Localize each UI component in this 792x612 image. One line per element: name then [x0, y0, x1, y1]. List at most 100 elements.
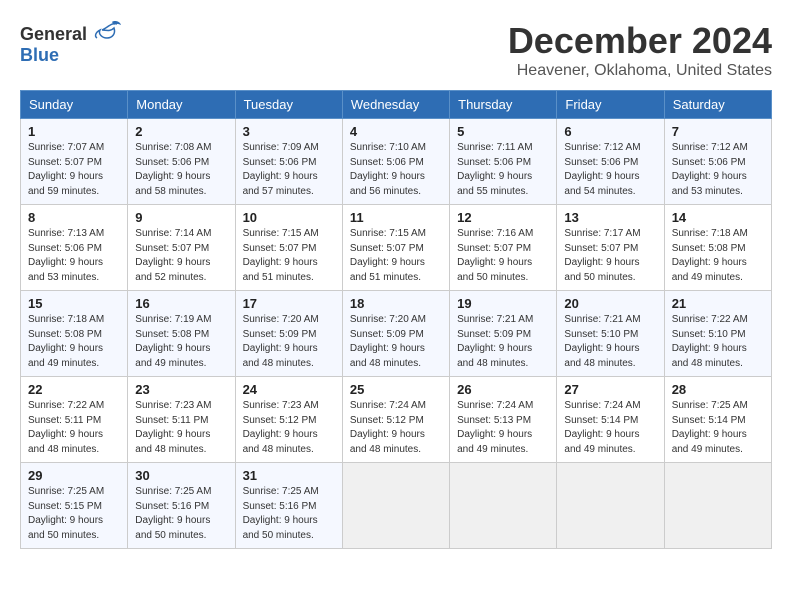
calendar-header-row: SundayMondayTuesdayWednesdayThursdayFrid…: [21, 91, 772, 119]
day-info: Sunrise: 7:20 AM Sunset: 5:09 PM Dayligh…: [350, 313, 442, 371]
calendar-cell: 18 Sunrise: 7:20 AM Sunset: 5:09 PM Dayli…: [342, 291, 449, 377]
calendar-cell: 10Sunrise: 7:15 AM Sunset: 5:07 PM Dayli…: [235, 205, 342, 291]
day-number: 2: [135, 124, 227, 139]
day-info: Sunrise: 7:14 AM Sunset: 5:07 PM Dayligh…: [135, 227, 227, 285]
day-info: Sunrise: 7:21 AM Sunset: 5:10 PM Dayligh…: [564, 313, 656, 371]
calendar-cell: 12 Sunrise: 7:16 AM Sunset: 5:07 PM Dayli…: [450, 205, 557, 291]
day-number: 27: [564, 382, 656, 397]
logo-blue-text: Blue: [20, 45, 59, 65]
calendar-cell: 7 Sunrise: 7:12 AM Sunset: 5:06 PM Daylig…: [664, 119, 771, 205]
calendar-cell: 17 Sunrise: 7:20 AM Sunset: 5:09 PM Dayli…: [235, 291, 342, 377]
calendar-cell: 6 Sunrise: 7:12 AM Sunset: 5:06 PM Daylig…: [557, 119, 664, 205]
day-number: 28: [672, 382, 764, 397]
day-number: 31: [243, 468, 335, 483]
calendar-cell: 28Sunrise: 7:25 AM Sunset: 5:14 PM Dayli…: [664, 377, 771, 463]
calendar-cell: 3 Sunrise: 7:09 AM Sunset: 5:06 PM Daylig…: [235, 119, 342, 205]
day-info: Sunrise: 7:18 AM Sunset: 5:08 PM Dayligh…: [672, 227, 764, 285]
calendar-cell: 19 Sunrise: 7:21 AM Sunset: 5:09 PM Dayli…: [450, 291, 557, 377]
calendar-week-row: 22 Sunrise: 7:22 AM Sunset: 5:11 PM Dayli…: [21, 377, 772, 463]
day-info: Sunrise: 7:25 AM Sunset: 5:16 PM Dayligh…: [135, 485, 227, 543]
day-header-sunday: Sunday: [21, 91, 128, 119]
day-info: Sunrise: 7:20 AM Sunset: 5:09 PM Dayligh…: [243, 313, 335, 371]
calendar-cell: 23 Sunrise: 7:23 AM Sunset: 5:11 PM Dayli…: [128, 377, 235, 463]
month-title: December 2024: [508, 20, 772, 62]
day-number: 23: [135, 382, 227, 397]
day-number: 25: [350, 382, 442, 397]
calendar-cell: 27Sunrise: 7:24 AM Sunset: 5:14 PM Dayli…: [557, 377, 664, 463]
day-header-saturday: Saturday: [664, 91, 771, 119]
day-info: Sunrise: 7:13 AM Sunset: 5:06 PM Dayligh…: [28, 227, 120, 285]
day-info: Sunrise: 7:12 AM Sunset: 5:06 PM Dayligh…: [672, 141, 764, 199]
day-number: 19: [457, 296, 549, 311]
calendar-cell: 22 Sunrise: 7:22 AM Sunset: 5:11 PM Dayli…: [21, 377, 128, 463]
day-info: Sunrise: 7:18 AM Sunset: 5:08 PM Dayligh…: [28, 313, 120, 371]
day-number: 1: [28, 124, 120, 139]
calendar-cell: 1 Sunrise: 7:07 AM Sunset: 5:07 PM Daylig…: [21, 119, 128, 205]
day-info: Sunrise: 7:09 AM Sunset: 5:06 PM Dayligh…: [243, 141, 335, 199]
logo-general: General: [20, 24, 87, 44]
calendar-cell: 24Sunrise: 7:23 AM Sunset: 5:12 PM Dayli…: [235, 377, 342, 463]
day-number: 3: [243, 124, 335, 139]
calendar-week-row: 1 Sunrise: 7:07 AM Sunset: 5:07 PM Daylig…: [21, 119, 772, 205]
calendar-cell: 25 Sunrise: 7:24 AM Sunset: 5:12 PM Dayli…: [342, 377, 449, 463]
day-info: Sunrise: 7:15 AM Sunset: 5:07 PM Dayligh…: [350, 227, 442, 285]
day-info: Sunrise: 7:23 AM Sunset: 5:11 PM Dayligh…: [135, 399, 227, 457]
day-info: Sunrise: 7:21 AM Sunset: 5:09 PM Dayligh…: [457, 313, 549, 371]
day-info: Sunrise: 7:22 AM Sunset: 5:11 PM Dayligh…: [28, 399, 120, 457]
day-info: Sunrise: 7:25 AM Sunset: 5:15 PM Dayligh…: [28, 485, 120, 543]
logo-text: General: [20, 20, 122, 45]
day-number: 20: [564, 296, 656, 311]
day-header-thursday: Thursday: [450, 91, 557, 119]
calendar-cell: 15 Sunrise: 7:18 AM Sunset: 5:08 PM Dayli…: [21, 291, 128, 377]
calendar-week-row: 15 Sunrise: 7:18 AM Sunset: 5:08 PM Dayli…: [21, 291, 772, 377]
calendar-cell: 11Sunrise: 7:15 AM Sunset: 5:07 PM Dayli…: [342, 205, 449, 291]
day-number: 16: [135, 296, 227, 311]
day-number: 17: [243, 296, 335, 311]
day-number: 7: [672, 124, 764, 139]
day-number: 30: [135, 468, 227, 483]
calendar-week-row: 8 Sunrise: 7:13 AM Sunset: 5:06 PM Daylig…: [21, 205, 772, 291]
calendar-cell: 30 Sunrise: 7:25 AM Sunset: 5:16 PM Dayli…: [128, 463, 235, 549]
day-number: 26: [457, 382, 549, 397]
calendar-cell: 16Sunrise: 7:19 AM Sunset: 5:08 PM Dayli…: [128, 291, 235, 377]
calendar-cell: 29Sunrise: 7:25 AM Sunset: 5:15 PM Dayli…: [21, 463, 128, 549]
day-number: 18: [350, 296, 442, 311]
calendar-cell: 2 Sunrise: 7:08 AM Sunset: 5:06 PM Daylig…: [128, 119, 235, 205]
calendar-cell: 21Sunrise: 7:22 AM Sunset: 5:10 PM Dayli…: [664, 291, 771, 377]
logo: General Blue: [20, 20, 122, 66]
day-number: 13: [564, 210, 656, 225]
day-info: Sunrise: 7:16 AM Sunset: 5:07 PM Dayligh…: [457, 227, 549, 285]
calendar-cell: 8 Sunrise: 7:13 AM Sunset: 5:06 PM Daylig…: [21, 205, 128, 291]
day-number: 5: [457, 124, 549, 139]
location-title: Heavener, Oklahoma, United States: [508, 62, 772, 80]
day-info: Sunrise: 7:12 AM Sunset: 5:06 PM Dayligh…: [564, 141, 656, 199]
calendar-cell: [557, 463, 664, 549]
logo-bird-icon: [92, 20, 122, 40]
day-number: 4: [350, 124, 442, 139]
calendar-cell: [342, 463, 449, 549]
calendar-cell: [664, 463, 771, 549]
calendar-cell: 26Sunrise: 7:24 AM Sunset: 5:13 PM Dayli…: [450, 377, 557, 463]
day-number: 14: [672, 210, 764, 225]
day-number: 22: [28, 382, 120, 397]
calendar-cell: 14 Sunrise: 7:18 AM Sunset: 5:08 PM Dayli…: [664, 205, 771, 291]
day-number: 10: [243, 210, 335, 225]
calendar-cell: 5 Sunrise: 7:11 AM Sunset: 5:06 PM Daylig…: [450, 119, 557, 205]
calendar-cell: 13Sunrise: 7:17 AM Sunset: 5:07 PM Dayli…: [557, 205, 664, 291]
day-number: 12: [457, 210, 549, 225]
day-number: 15: [28, 296, 120, 311]
day-number: 9: [135, 210, 227, 225]
day-info: Sunrise: 7:10 AM Sunset: 5:06 PM Dayligh…: [350, 141, 442, 199]
day-info: Sunrise: 7:25 AM Sunset: 5:16 PM Dayligh…: [243, 485, 335, 543]
day-number: 24: [243, 382, 335, 397]
day-info: Sunrise: 7:22 AM Sunset: 5:10 PM Dayligh…: [672, 313, 764, 371]
day-info: Sunrise: 7:07 AM Sunset: 5:07 PM Dayligh…: [28, 141, 120, 199]
day-info: Sunrise: 7:08 AM Sunset: 5:06 PM Dayligh…: [135, 141, 227, 199]
day-info: Sunrise: 7:24 AM Sunset: 5:12 PM Dayligh…: [350, 399, 442, 457]
day-header-tuesday: Tuesday: [235, 91, 342, 119]
day-number: 6: [564, 124, 656, 139]
day-number: 8: [28, 210, 120, 225]
day-info: Sunrise: 7:11 AM Sunset: 5:06 PM Dayligh…: [457, 141, 549, 199]
calendar-cell: 20 Sunrise: 7:21 AM Sunset: 5:10 PM Dayli…: [557, 291, 664, 377]
calendar-week-row: 29Sunrise: 7:25 AM Sunset: 5:15 PM Dayli…: [21, 463, 772, 549]
